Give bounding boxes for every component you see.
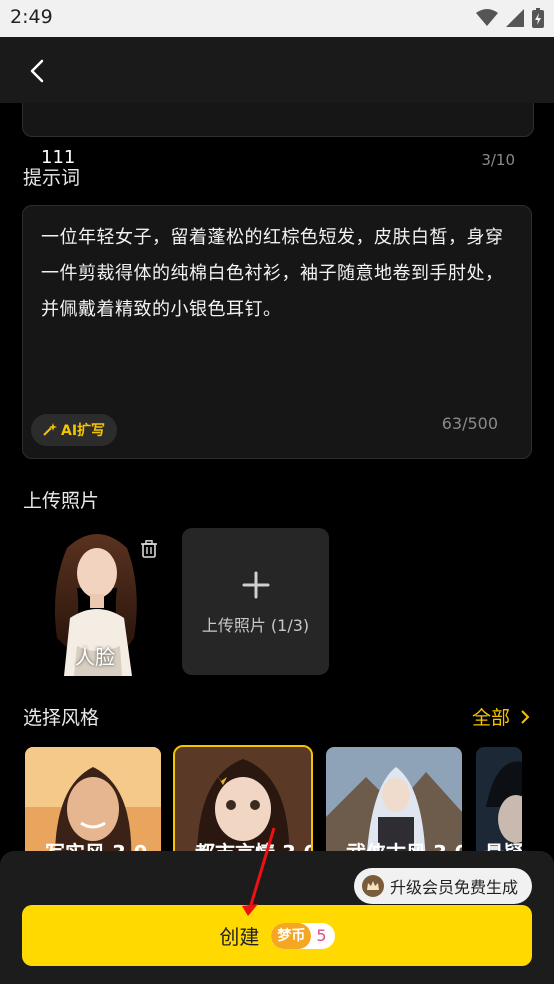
top-header [0,37,554,103]
prompt-text: 一位年轻女子，留着蓬松的红棕色短发，皮肤白皙，身穿一件剪裁得体的纯棉白色衬衫，袖… [41,227,504,320]
coin-label: 梦币 [271,922,312,949]
ai-expand-button[interactable]: AI扩写 [31,414,118,446]
style-card-wuxia[interactable]: 武侠古风 3.0 [326,747,462,867]
vip-upgrade-tip[interactable]: 升级会员免费生成 [353,868,532,904]
trash-icon[interactable] [141,540,157,558]
create-label: 创建 [219,925,260,949]
all-styles-link[interactable]: 全部 [472,703,530,730]
annotation-arrow-icon [242,827,276,916]
ai-expand-label: AI扩写 [61,423,106,439]
style-label: 选择风格 [23,707,100,729]
plus-icon [242,571,270,599]
title-char-count: 3/10 [481,151,515,169]
prompt-label: 提示词 [23,167,81,189]
magic-wand-icon [43,423,57,436]
battery-icon [532,8,544,28]
all-styles-label: 全部 [471,707,510,729]
style-card-realistic[interactable]: 写实风 3.0 [25,747,161,867]
photo-caption: 人脸 [75,645,115,669]
status-icons [476,8,544,28]
status-bar: 2:49 [0,0,554,37]
prompt-char-count: 63/500 [441,414,498,433]
coin-cost: 5 [316,926,327,945]
status-time: 2:49 [10,6,53,28]
style-card-suspense[interactable]: 悬疑 [476,747,522,867]
back-arrow-icon[interactable] [22,53,54,89]
upload-tile-label: 上传照片 (1/3) [201,616,310,635]
upload-label: 上传照片 [23,490,100,512]
prompt-textarea[interactable]: 一位年轻女子，留着蓬松的红棕色短发，皮肤白皙，身穿一件剪裁得体的纯棉白色衬衫，袖… [22,205,532,459]
vip-tip-label: 升级会员免费生成 [389,878,518,897]
upload-photo-button[interactable]: 上传照片 (1/3) [182,528,329,675]
signal-icon [506,9,524,27]
wifi-icon [476,9,498,26]
chevron-right-icon [521,709,530,724]
crown-icon [361,875,384,897]
coin-cost-badge: 梦币 5 [271,922,335,949]
